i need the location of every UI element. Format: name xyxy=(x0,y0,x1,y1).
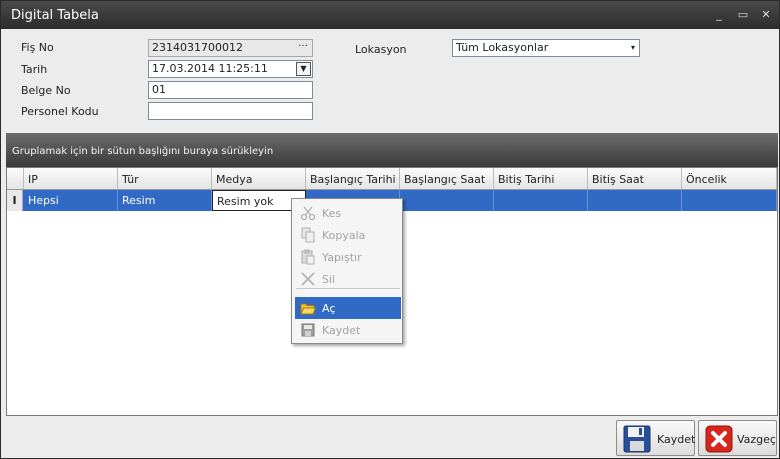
group-hint-text: Gruplamak için bir sütun başlığını buray… xyxy=(12,146,274,157)
column-header-baslangic-tarihi[interactable]: Başlangıç Tarihi xyxy=(306,168,400,189)
menu-item-label: Kes xyxy=(322,207,342,220)
personel-kodu-label: Personel Kodu xyxy=(21,105,99,118)
menu-item-yapistir[interactable]: Yapıştır xyxy=(295,246,401,268)
row-indicator: I xyxy=(7,190,23,211)
menu-item-label: Kopyala xyxy=(322,229,366,242)
tarih-label: Tarih xyxy=(21,63,48,76)
column-header-oncelik[interactable]: Öncelik xyxy=(682,168,777,189)
fis-no-lookup-button[interactable]: ··· xyxy=(294,40,312,56)
close-icon xyxy=(705,425,733,453)
menu-item-kes[interactable]: Kes xyxy=(295,202,401,224)
column-header-ip[interactable]: IP xyxy=(24,168,118,189)
lokasyon-label: Lokasyon xyxy=(355,43,407,56)
title-bar: Digital Tabela _ ▭ ✕ xyxy=(1,1,779,29)
column-header-baslangic-saat[interactable]: Başlangıç Saat xyxy=(400,168,494,189)
column-header-bitis-tarihi[interactable]: Bitiş Tarihi xyxy=(494,168,588,189)
delete-icon xyxy=(301,272,315,286)
menu-item-label: Yapıştır xyxy=(322,251,362,264)
lokasyon-value: Tüm Lokasyonlar xyxy=(456,41,549,54)
scissors-icon xyxy=(300,206,316,221)
menu-item-kaydet[interactable]: Kaydet xyxy=(295,319,401,341)
lokasyon-select[interactable]: Tüm Lokasyonlar ▾ xyxy=(452,39,640,57)
personel-kodu-field[interactable] xyxy=(148,102,313,120)
cancel-button-label: Vazgeç xyxy=(737,433,776,446)
cell-ip[interactable]: Hepsi xyxy=(24,190,118,211)
maximize-button[interactable]: ▭ xyxy=(735,7,751,23)
chevron-down-icon[interactable]: ▼ xyxy=(296,62,311,76)
menu-item-kopyala[interactable]: Kopyala xyxy=(295,224,401,246)
tarih-field[interactable]: 17.03.2014 11:25:11 ▼ xyxy=(148,60,313,78)
paste-icon xyxy=(301,249,315,265)
menu-item-label: Kaydet xyxy=(322,324,361,337)
menu-separator xyxy=(296,288,400,289)
menu-item-ac[interactable]: Aç xyxy=(295,297,401,319)
folder-open-icon xyxy=(300,303,316,315)
row-indicator-header xyxy=(7,168,24,189)
context-menu: Kes Kopyala Yapıştır Sil Aç Kaydet xyxy=(291,198,403,344)
chevron-down-icon[interactable]: ▾ xyxy=(631,42,635,54)
menu-item-label: Aç xyxy=(322,302,336,315)
minimize-button[interactable]: _ xyxy=(711,7,727,23)
column-header-tur[interactable]: Tür xyxy=(118,168,212,189)
window-title: Digital Tabela xyxy=(11,8,99,23)
tarih-value: 17.03.2014 11:25:11 xyxy=(152,62,268,75)
grid-header-row: IP Tür Medya Başlangıç Tarihi Başlangıç … xyxy=(7,168,777,190)
cell-baslangic-saat[interactable] xyxy=(400,190,494,211)
fis-no-label: Fiş No xyxy=(21,41,54,54)
cell-tur[interactable]: Resim xyxy=(118,190,212,211)
menu-item-label: Sil xyxy=(322,273,336,286)
belge-no-value: 01 xyxy=(152,83,166,96)
cell-bitis-tarihi[interactable] xyxy=(494,190,588,211)
save-button[interactable]: Kaydet xyxy=(616,420,695,456)
column-header-bitis-saat[interactable]: Bitiş Saat xyxy=(588,168,682,189)
belge-no-label: Belge No xyxy=(21,84,71,97)
digital-tabela-window: Digital Tabela _ ▭ ✕ Fiş No 231403170001… xyxy=(0,0,780,459)
group-panel[interactable]: Gruplamak için bir sütun başlığını buray… xyxy=(6,133,778,167)
cell-oncelik[interactable] xyxy=(682,190,777,211)
belge-no-field[interactable]: 01 xyxy=(148,81,313,99)
copy-icon xyxy=(301,227,315,243)
fis-no-field[interactable]: 2314031700012 ··· xyxy=(148,39,313,57)
floppy-disk-icon xyxy=(623,425,651,453)
save-button-label: Kaydet xyxy=(657,433,696,446)
menu-item-sil[interactable]: Sil xyxy=(295,268,401,290)
column-header-medya[interactable]: Medya xyxy=(212,168,306,189)
save-icon xyxy=(301,323,315,337)
cancel-button[interactable]: Vazgeç xyxy=(698,420,777,456)
fis-no-value: 2314031700012 xyxy=(152,41,243,54)
close-button[interactable]: ✕ xyxy=(758,7,774,23)
cell-bitis-saat[interactable] xyxy=(588,190,682,211)
